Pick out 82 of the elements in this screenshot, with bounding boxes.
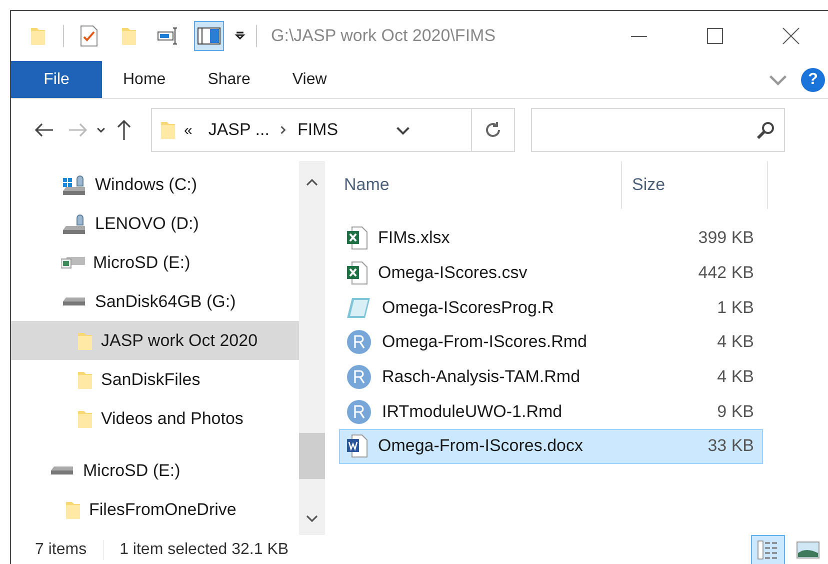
column-header[interactable]: Size <box>622 161 768 209</box>
ribbon-tab[interactable]: Home <box>102 61 187 98</box>
nav-item[interactable]: SanDisk64GB (G:) <box>11 282 299 321</box>
breadcrumb[interactable]: FIMS <box>289 120 346 140</box>
details-view-button[interactable] <box>751 535 785 564</box>
folder-icon <box>65 500 81 520</box>
file-size: 9 KB <box>717 402 754 422</box>
file-name: Omega-From-IScores.docx <box>378 436 583 456</box>
address-bar[interactable]: « JASP ... FIMS <box>151 108 515 152</box>
memory-card-drive-icon <box>61 256 85 268</box>
system-drive-icon <box>61 174 87 196</box>
file-size: 399 KB <box>698 228 754 248</box>
window-title: G:\JASP work Oct 2020\FIMS <box>271 26 496 46</box>
locked-drive-icon <box>61 212 87 234</box>
folder-icon <box>77 408 93 428</box>
folder-icon <box>77 370 93 390</box>
scroll-up-icon[interactable] <box>306 179 318 186</box>
close-icon <box>782 27 800 45</box>
folder-icon <box>160 120 176 140</box>
folder-icon <box>30 26 46 46</box>
breadcrumb-overflow[interactable]: « <box>176 122 200 138</box>
r-icon <box>346 364 372 390</box>
properties-icon <box>80 25 98 47</box>
file-name: Rasch-Analysis-TAM.Rmd <box>382 367 580 388</box>
help-button[interactable]: ? <box>801 68 825 92</box>
file-size: 4 KB <box>717 332 754 352</box>
nav-item[interactable]: LENOVO (D:) <box>11 204 299 243</box>
file-row[interactable]: Omega-From-IScores.docx 33 KB <box>339 429 763 464</box>
scroll-down-icon[interactable] <box>306 515 318 522</box>
scrollbar-thumb[interactable] <box>299 433 325 479</box>
nav-item[interactable]: Videos and Photos <box>11 399 299 438</box>
file-name: FIMs.xlsx <box>378 228 450 248</box>
customize-dropdown-icon[interactable] <box>234 30 246 42</box>
preview-pane-icon <box>197 26 221 46</box>
document-icon <box>346 434 368 458</box>
maximize-icon <box>707 28 723 44</box>
nav-item[interactable]: FilesFromOneDrive <box>11 490 299 529</box>
file-name: Omega-From-IScores.Rmd <box>382 332 587 352</box>
item-count: 7 items <box>35 541 87 559</box>
file-size: 4 KB <box>717 367 754 388</box>
file-name: Omega-IScoresProg.R <box>382 298 554 318</box>
spreadsheet-icon <box>346 226 368 250</box>
file-row[interactable]: Omega-IScores.csv 442 KB <box>339 256 763 290</box>
quick-access-button[interactable] <box>194 21 224 51</box>
file-row[interactable]: Rasch-Analysis-TAM.Rmd 4 KB <box>339 360 763 394</box>
nav-item[interactable]: MicroSD (E:) <box>11 243 299 282</box>
file-row[interactable]: FIMs.xlsx 399 KB <box>339 221 763 256</box>
file-row[interactable]: Omega-From-IScores.Rmd 4 KB <box>339 325 763 360</box>
thumbnail-icon <box>796 541 820 559</box>
file-row[interactable]: Omega-IScoresProg.R 1 KB <box>339 290 763 326</box>
file-size: 33 KB <box>708 436 754 456</box>
notepad-icon <box>346 296 372 320</box>
ribbon-tab[interactable]: Share <box>186 61 272 98</box>
file-size: 442 KB <box>698 263 754 284</box>
nav-item[interactable]: JASP work Oct 2020 <box>11 321 299 360</box>
file-name: Omega-IScores.csv <box>378 263 528 284</box>
scrollbar[interactable] <box>299 161 325 535</box>
drive-icon <box>61 297 87 306</box>
file-row[interactable]: IRTmoduleUWO-1.Rmd 9 KB <box>339 394 763 430</box>
selection-info: 1 item selected 32.1 KB <box>120 541 289 559</box>
r-icon <box>346 329 372 356</box>
search-icon <box>756 120 776 140</box>
drive-icon <box>49 466 75 475</box>
ribbon-tab[interactable]: File <box>11 61 102 98</box>
back-arrow-icon <box>34 122 54 138</box>
r-icon <box>346 398 372 425</box>
folder-icon <box>77 330 93 350</box>
nav-item[interactable]: SanDiskFiles <box>11 360 299 399</box>
file-name: IRTmoduleUWO-1.Rmd <box>382 402 562 422</box>
breadcrumb[interactable]: JASP ... <box>200 120 278 140</box>
search-field[interactable] <box>531 108 785 152</box>
forward-arrow-icon <box>68 122 88 138</box>
file-size: 1 KB <box>717 298 754 318</box>
spreadsheet-csv-icon <box>346 261 368 286</box>
refresh-icon <box>485 122 501 138</box>
new-folder-icon <box>121 26 137 46</box>
nav-item[interactable]: Windows (C:) <box>11 165 299 204</box>
details-list-icon <box>757 540 779 560</box>
nav-item[interactable]: MicroSD (E:) <box>11 451 299 490</box>
ribbon-tab[interactable]: View <box>271 61 348 98</box>
up-arrow-icon <box>116 119 132 141</box>
column-header[interactable]: Name <box>339 161 622 209</box>
